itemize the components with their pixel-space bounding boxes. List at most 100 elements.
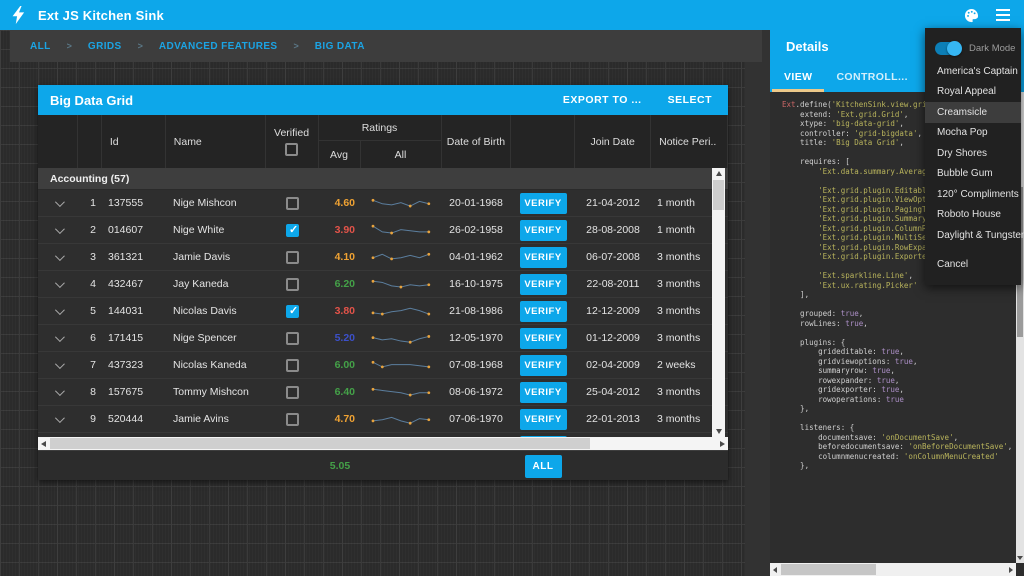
select-button[interactable]: SELECT <box>668 94 712 106</box>
row-expander-icon[interactable] <box>54 278 64 288</box>
verified-checkbox[interactable] <box>286 224 299 237</box>
verified-checkbox[interactable] <box>286 332 299 345</box>
tab-controll[interactable]: CONTROLL... <box>824 62 919 92</box>
code-line: ], <box>782 290 1016 300</box>
verify-button[interactable]: VERIFY <box>520 247 567 268</box>
menu-item-royal-appeal[interactable]: Royal Appeal <box>925 82 1021 103</box>
column-header-expander[interactable] <box>38 115 78 168</box>
row-cell-expander <box>38 379 78 405</box>
group-header-accounting[interactable]: Accounting (57) <box>38 168 728 190</box>
row-expander-icon[interactable] <box>54 332 64 342</box>
verify-button[interactable]: VERIFY <box>520 355 567 376</box>
verify-button[interactable]: VERIFY <box>520 193 567 214</box>
column-header-rownumber[interactable] <box>78 115 102 168</box>
verified-checkbox[interactable] <box>286 305 299 318</box>
table-row[interactable]: 7437323Nicolas Kaneda6.0007-08-1968VERIF… <box>38 352 728 379</box>
column-header-notice-period[interactable]: Notice Peri.. <box>651 115 728 168</box>
chevron-right-icon: > <box>59 41 80 51</box>
verified-checkbox[interactable] <box>286 278 299 291</box>
row-expander-icon[interactable] <box>54 413 64 423</box>
details-horizontal-scrollbar[interactable] <box>770 563 1016 576</box>
column-header-id[interactable]: Id <box>102 115 166 168</box>
row-expander-icon[interactable] <box>54 197 64 207</box>
column-header-all[interactable]: All <box>361 141 441 168</box>
table-row[interactable]: 2014607Nige White3.9026-02-1958VERIFY28-… <box>38 217 728 244</box>
menu-item-roboto-house[interactable]: Roboto House <box>925 205 1021 226</box>
table-row[interactable]: 6171415Nige Spencer5.2012-05-1970VERIFY0… <box>38 325 728 352</box>
verified-checkbox[interactable] <box>286 386 299 399</box>
verify-button[interactable]: VERIFY <box>520 382 567 403</box>
row-cell-all-ratings <box>361 352 441 378</box>
row-cell-join-date: 01-12-2009 <box>575 325 651 351</box>
grid-horizontal-scrollbar[interactable] <box>38 437 728 450</box>
hamburger-menu-icon[interactable] <box>994 6 1012 24</box>
verify-button[interactable]: VERIFY <box>520 274 567 295</box>
verify-all-button[interactable]: ALL <box>525 455 562 478</box>
grid-vertical-scrollbar[interactable] <box>712 168 725 437</box>
column-header-date-of-birth[interactable]: Date of Birth <box>442 115 512 168</box>
row-cell-expander <box>38 298 78 324</box>
details-scroll-down-arrow-icon[interactable] <box>1016 553 1024 563</box>
row-expander-icon[interactable] <box>54 386 64 396</box>
verify-button[interactable]: VERIFY <box>520 301 567 322</box>
verified-checkbox[interactable] <box>286 413 299 426</box>
menu-item-america-s-captain[interactable]: America's Captain <box>925 61 1021 82</box>
row-expander-icon[interactable] <box>54 224 64 234</box>
toggle-knob[interactable] <box>947 41 962 56</box>
verify-button[interactable]: VERIFY <box>520 220 567 241</box>
menu-item-cancel[interactable]: Cancel <box>925 255 1021 276</box>
table-row[interactable]: 9520444Jamie Avins4.7007-06-1970VERIFY22… <box>38 406 728 433</box>
export-to-button[interactable]: EXPORT TO ... <box>563 94 642 106</box>
row-cell-expander <box>38 352 78 378</box>
details-scroll-right-arrow-icon[interactable] <box>1006 563 1016 576</box>
column-header-action[interactable] <box>511 115 575 168</box>
details-scroll-left-arrow-icon[interactable] <box>770 563 780 576</box>
verify-button[interactable]: VERIFY <box>520 328 567 349</box>
scroll-left-arrow-icon[interactable] <box>38 437 49 450</box>
row-expander-icon[interactable] <box>54 251 64 261</box>
scroll-right-arrow-icon[interactable] <box>717 437 728 450</box>
breadcrumb-item-big-data[interactable]: BIG DATA <box>307 41 373 52</box>
menu-item-120-compliments[interactable]: 120° Compliments <box>925 184 1021 205</box>
column-header-ratings[interactable]: Ratings <box>319 115 441 141</box>
table-row[interactable]: 3361321Jamie Davis4.1004-01-1962VERIFY06… <box>38 244 728 271</box>
column-header-verified[interactable]: Verified <box>266 115 319 168</box>
verified-header-checkbox[interactable] <box>285 143 298 156</box>
breadcrumb-item-grids[interactable]: GRIDS <box>80 41 130 52</box>
verified-checkbox[interactable] <box>286 197 299 210</box>
row-expander-icon[interactable] <box>54 305 64 315</box>
table-row[interactable]: 5144031Nicolas Davis3.8021-08-1986VERIFY… <box>38 298 728 325</box>
details-hscroll-thumb[interactable] <box>781 564 876 575</box>
theme-palette-icon[interactable] <box>962 6 980 24</box>
rating-sparkline <box>369 358 433 373</box>
menu-item-creamsicle[interactable]: Creamsicle <box>925 102 1021 123</box>
row-cell-verified <box>266 406 319 432</box>
row-cell-verified <box>266 325 319 351</box>
row-cell-name: Tommy Mishcon <box>166 379 266 405</box>
breadcrumb-item-all[interactable]: ALL <box>22 41 59 52</box>
grid-vscroll-thumb[interactable] <box>713 180 724 210</box>
column-header-name[interactable]: Name <box>166 115 266 168</box>
scroll-up-arrow-icon[interactable] <box>712 168 725 179</box>
menu-item-daylight-tungsten[interactable]: Daylight & Tungsten <box>925 225 1021 246</box>
row-cell-action: VERIFY <box>511 244 575 270</box>
menu-item-bubble-gum[interactable]: Bubble Gum <box>925 164 1021 185</box>
dark-mode-toggle-row[interactable]: Dark Mode <box>925 35 1021 61</box>
table-row[interactable]: 8157675Tommy Mishcon6.4008-06-1972VERIFY… <box>38 379 728 406</box>
breadcrumb-item-advanced-features[interactable]: ADVANCED FEATURES <box>151 41 286 52</box>
menu-item-mocha-pop[interactable]: Mocha Pop <box>925 123 1021 144</box>
table-row[interactable]: 1137555Nige Mishcon4.6020-01-1968VERIFY2… <box>38 190 728 217</box>
menu-item-dry-shores[interactable]: Dry Shores <box>925 143 1021 164</box>
verified-checkbox[interactable] <box>286 359 299 372</box>
table-row[interactable]: 4432467Jay Kaneda6.2016-10-1975VERIFY22-… <box>38 271 728 298</box>
dark-mode-toggle[interactable] <box>935 42 961 55</box>
verified-checkbox[interactable] <box>286 251 299 264</box>
column-header-avg[interactable]: Avg <box>319 141 361 168</box>
grid-hscroll-thumb[interactable] <box>50 438 590 449</box>
column-header-join-date[interactable]: Join Date <box>575 115 651 168</box>
row-expander-icon[interactable] <box>54 359 64 369</box>
tab-view[interactable]: VIEW <box>772 62 824 92</box>
scroll-down-arrow-icon[interactable] <box>712 426 725 437</box>
verify-button[interactable]: VERIFY <box>520 409 567 430</box>
row-cell-number: 7 <box>78 352 102 378</box>
